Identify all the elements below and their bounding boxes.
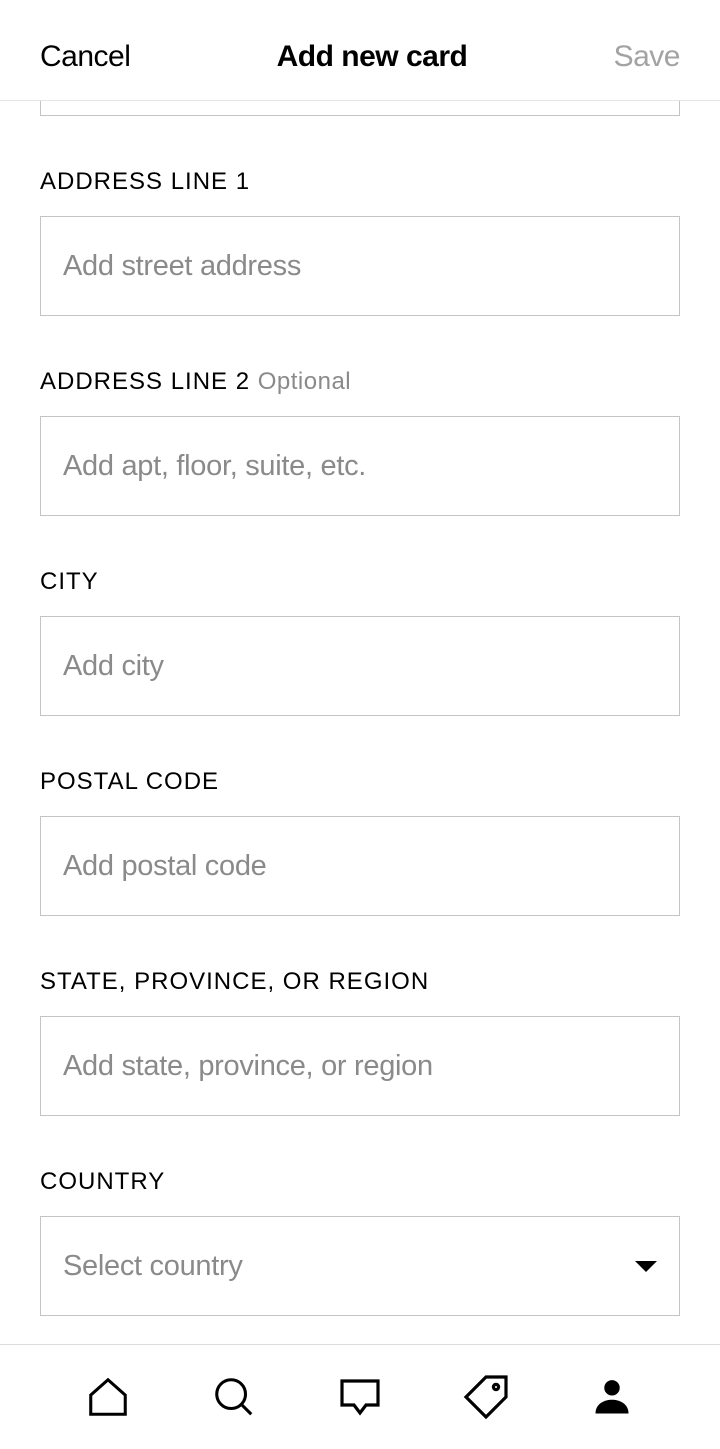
nav-profile[interactable] [588,1373,636,1421]
header: Cancel Add new card Save [0,0,720,101]
address2-label-text: ADDRESS LINE 2 [40,368,250,395]
state-label: STATE, PROVINCE, OR REGION [40,968,680,996]
city-input[interactable] [40,616,680,716]
city-group: CITY [40,568,680,716]
country-label: COUNTRY [40,1168,680,1196]
save-button[interactable]: Save [614,40,680,74]
profile-icon [590,1375,634,1419]
nav-home[interactable] [84,1373,132,1421]
tag-icon [462,1373,510,1421]
bottom-nav [0,1344,720,1449]
address1-input[interactable] [40,216,680,316]
address1-label: ADDRESS LINE 1 [40,168,680,196]
inbox-icon [336,1372,384,1422]
cancel-button[interactable]: Cancel [40,40,130,74]
address1-group: ADDRESS LINE 1 [40,168,680,316]
previous-field-cutoff [40,101,680,116]
state-group: STATE, PROVINCE, OR REGION [40,968,680,1116]
country-select[interactable]: Select country [40,1216,680,1316]
country-select-placeholder: Select country [63,1250,243,1283]
city-label: CITY [40,568,680,596]
nav-sell[interactable] [462,1373,510,1421]
postal-input[interactable] [40,816,680,916]
postal-group: POSTAL CODE [40,768,680,916]
postal-label: POSTAL CODE [40,768,680,796]
chevron-down-icon [635,1261,657,1272]
address2-group: ADDRESS LINE 2 Optional [40,368,680,516]
form-content: ADDRESS LINE 1 ADDRESS LINE 2 Optional C… [0,101,720,1344]
nav-inbox[interactable] [336,1373,384,1421]
state-input[interactable] [40,1016,680,1116]
country-group: COUNTRY Select country [40,1168,680,1316]
nav-search[interactable] [210,1373,258,1421]
page-title: Add new card [277,40,468,74]
address2-optional-tag: Optional [258,368,351,395]
address2-label: ADDRESS LINE 2 Optional [40,368,680,396]
search-icon [211,1374,257,1420]
address2-input[interactable] [40,416,680,516]
home-icon [85,1374,131,1420]
